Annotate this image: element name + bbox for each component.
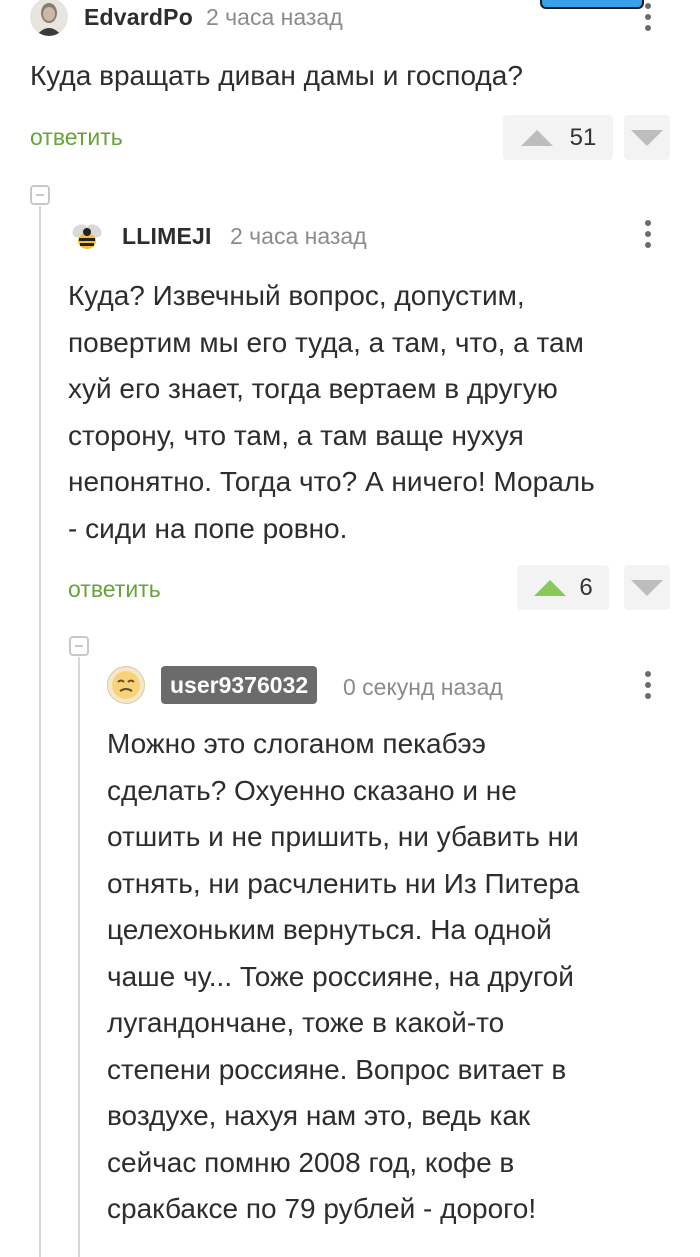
thread-line: [78, 657, 80, 1257]
text-line: сделать? Охуенно сказано и не: [107, 774, 517, 806]
text-line: хуй его знает, тогда вертаем в другую: [68, 373, 558, 404]
downvote-button[interactable]: [624, 565, 670, 610]
more-vertical-icon[interactable]: [644, 220, 652, 248]
thread-line: [39, 206, 41, 1257]
avatar[interactable]: [68, 217, 106, 255]
text-line: степени россияне. Вопрос витает в: [107, 1053, 567, 1085]
text-line: повертим мы его туда, а там, что, а там: [68, 326, 584, 358]
collapse-thread-icon[interactable]: [69, 636, 89, 656]
collapse-thread-icon[interactable]: [30, 185, 50, 205]
text-line: отнять, ни расчленить ни Из Питера: [107, 867, 580, 899]
upvote-button[interactable]: 51: [503, 115, 613, 160]
downvote-button[interactable]: [624, 115, 670, 160]
upvote-button[interactable]: 6: [517, 565, 609, 610]
comment-username[interactable]: EdvardPo: [84, 4, 193, 31]
more-vertical-icon[interactable]: [644, 3, 652, 31]
bee-avatar-icon: [72, 224, 102, 249]
downvote-arrow-icon: [631, 579, 663, 596]
avatar[interactable]: [30, 0, 68, 36]
more-vertical-icon[interactable]: [644, 671, 652, 699]
text-line: непонятно. Тогда что? А ничего! Мораль: [68, 466, 595, 497]
user-badge[interactable]: user9376032: [161, 666, 318, 704]
rating-count: 6: [579, 573, 593, 601]
text-line: Куда? Извечный вопрос, допустим,: [68, 280, 525, 311]
top-cropped-element: [540, 0, 644, 9]
reply-link[interactable]: ответить: [68, 576, 161, 603]
downvote-arrow-icon: [631, 129, 663, 146]
upvote-arrow-icon: [534, 579, 567, 596]
text-line: чаше чу... Тоже россияне, на другой: [107, 960, 574, 992]
text-line: целехоньким вернуться. На одной: [107, 914, 552, 945]
comment-text: Куда? Извечный вопрос, допустим, поверти…: [68, 273, 678, 552]
comment-text: Куда вращать диван дамы и господа?: [30, 60, 523, 91]
text-line: сейчас помню 2008 год, кофе в: [107, 1146, 515, 1178]
avatar[interactable]: [107, 666, 145, 704]
reply-link[interactable]: ответить: [30, 124, 123, 151]
comment-time[interactable]: 2 часа назад: [230, 223, 367, 250]
comment-time[interactable]: 0 секунд назад: [343, 674, 503, 701]
text-line: отшить и не пришить, ни убавить ни: [107, 821, 579, 852]
text-line: сракбаксе по 79 рублей - дорого!: [107, 1193, 537, 1224]
avatar-portrait-icon: [30, 0, 68, 36]
text-line: Можно это слоганом пекабээ: [107, 728, 486, 759]
text-line: лугандончане, тоже в какой-то: [107, 1007, 505, 1038]
text-line: сторону, что там, а там ваще нухуя: [68, 419, 524, 451]
upvote-arrow-icon: [520, 129, 553, 146]
text-line: воздухе, нахуя нам это, ведь как: [107, 1100, 531, 1131]
comment-text: Можно это слоганом пекабээ сделать? Охуе…: [107, 721, 687, 1233]
rating-count: 51: [569, 123, 597, 151]
comment-username[interactable]: LLIMEJI: [122, 223, 212, 250]
comment-time[interactable]: 2 часа назад: [206, 4, 343, 31]
text-line: - сиди на попе ровно.: [68, 512, 348, 544]
face-avatar-icon: [112, 671, 140, 699]
